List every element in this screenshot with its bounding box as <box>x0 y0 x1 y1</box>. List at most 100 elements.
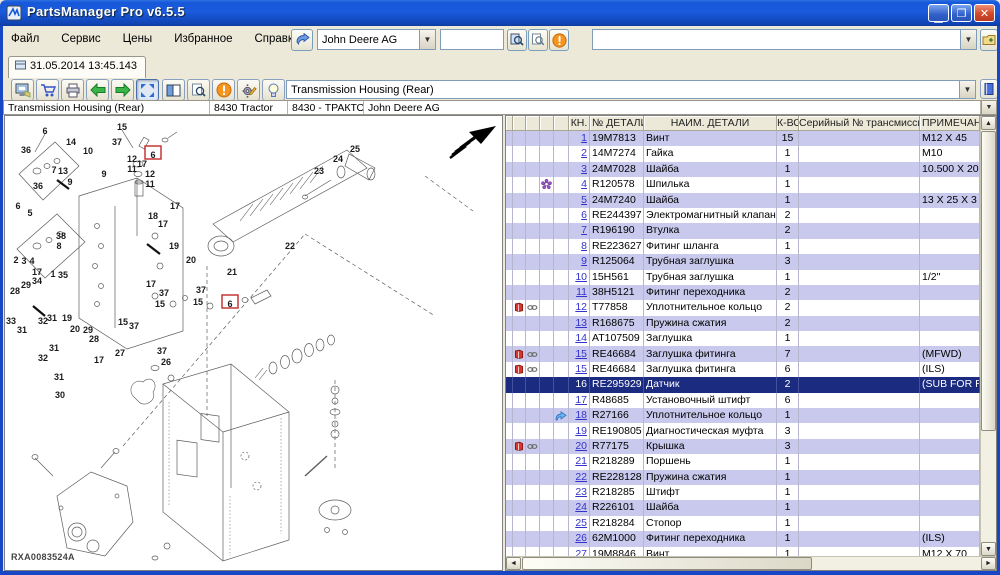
diagram-callout[interactable]: 6 <box>15 201 20 211</box>
row-kn-link[interactable]: 21 <box>575 454 587 469</box>
diagram-callout[interactable]: 6 <box>227 299 232 309</box>
table-row[interactable]: 20R77175Крышка3 <box>506 439 980 454</box>
table-row[interactable]: 214M7274Гайка1M10 <box>506 146 980 161</box>
table-row[interactable]: 119M7813Винт15M12 X 45 <box>506 131 980 146</box>
row-kn-link[interactable]: 8 <box>581 239 587 254</box>
diagram-callout[interactable]: 3 <box>21 256 26 266</box>
quick-search-input[interactable] <box>440 29 504 50</box>
table-row[interactable]: 25R218284Стопор1 <box>506 516 980 531</box>
diagram-callout[interactable]: 37 <box>157 346 167 356</box>
row-kn-link[interactable]: 11 <box>576 285 587 300</box>
diagram-callout[interactable]: 19 <box>169 241 179 251</box>
diagram-callout[interactable]: 35 <box>58 270 68 280</box>
menu-service[interactable]: Сервис <box>61 33 100 45</box>
scroll-up-button[interactable]: ▲ <box>981 116 996 130</box>
row-kn-link[interactable]: 6 <box>581 208 587 223</box>
table-row[interactable]: 21R218289Поршень1 <box>506 454 980 469</box>
menu-file[interactable]: Файл <box>11 33 39 45</box>
diagram-callout[interactable]: 36 <box>21 145 31 155</box>
table-row[interactable]: 13R168675Пружина сжатия2 <box>506 316 980 331</box>
table-row[interactable]: 16RE295929Датчик2(SUB FOR R.. <box>506 377 980 392</box>
diagram-callout[interactable]: 13 <box>58 166 68 176</box>
maximize-button[interactable]: ❐ <box>951 4 972 22</box>
diagram-callout[interactable]: 37 <box>129 321 139 331</box>
diagram-callout[interactable]: 15 <box>118 317 128 327</box>
table-row[interactable]: 19RE190805Диагностическая муфта3 <box>506 423 980 438</box>
diagram-callout[interactable]: 8 <box>56 241 61 251</box>
context-picture[interactable]: Transmission Housing (Rear) <box>4 101 210 114</box>
row-kn-link[interactable]: 15 <box>575 347 587 362</box>
diagram-callout[interactable]: 23 <box>314 166 324 176</box>
col-header-part[interactable]: № ДЕТАЛИ <box>590 116 644 131</box>
diagram-callout[interactable]: 31 <box>49 343 59 353</box>
diagram-callout[interactable]: 12 <box>145 169 155 179</box>
diagram-callout[interactable]: 4 <box>29 256 34 266</box>
col-header-serial[interactable]: Серийный № трансмиссии <box>799 116 920 131</box>
go-button[interactable] <box>291 29 313 51</box>
diagram-callout[interactable]: 9 <box>101 169 106 179</box>
table-row[interactable]: 524M7240Шайба113 X 25 X 3 .. <box>506 193 980 208</box>
cart-button[interactable] <box>36 79 59 101</box>
scroll-right-button[interactable]: ► <box>981 557 996 570</box>
diagram-callout[interactable]: 17 <box>94 355 104 365</box>
menu-favorites[interactable]: Избранное <box>174 33 232 45</box>
diagram-callout[interactable]: 18 <box>148 211 158 221</box>
back-button[interactable] <box>86 79 109 101</box>
horizontal-scrollbar[interactable]: ◄ ► <box>506 556 996 570</box>
diagram-callout[interactable]: 22 <box>285 241 295 251</box>
vscroll-thumb[interactable] <box>981 131 996 431</box>
diagram-callout[interactable]: 17 <box>146 279 156 289</box>
diagram-callout[interactable]: 19 <box>62 313 72 323</box>
table-row[interactable]: 8RE223627Фитинг шланга1 <box>506 239 980 254</box>
diagram-callout[interactable]: 5 <box>27 208 32 218</box>
diagram-callout[interactable]: 9 <box>67 177 72 187</box>
row-kn-link[interactable]: 3 <box>581 162 587 177</box>
diagram-callout[interactable]: 6 <box>150 150 155 160</box>
row-kn-link[interactable]: 25 <box>575 516 587 531</box>
tip-button[interactable] <box>262 79 285 101</box>
row-kn-link[interactable]: 24 <box>575 500 587 515</box>
table-row[interactable]: 12T77858Уплотнительное кольцо2 <box>506 300 980 315</box>
row-kn-link[interactable]: 10 <box>575 270 587 285</box>
diagram-callout[interactable]: 14 <box>66 137 76 147</box>
row-kn-link[interactable]: 2 <box>581 146 587 161</box>
table-row[interactable]: 9R125064Трубная заглушка3 <box>506 254 980 269</box>
diagram-callout[interactable]: 33 <box>6 316 16 326</box>
favorites-combo[interactable]: ▼ <box>592 29 977 50</box>
diagram-callout[interactable]: 1 <box>50 269 55 279</box>
dealer-combo[interactable]: John Deere AG ▼ <box>317 29 436 50</box>
diagram-callout[interactable]: 28 <box>10 286 20 296</box>
context-dealer[interactable]: John Deere AG <box>364 101 981 114</box>
table-row[interactable]: 14AT107509Заглушка1 <box>506 331 980 346</box>
tab-session[interactable]: 31.05.2014 13:45.143 <box>8 56 146 78</box>
settings-button[interactable] <box>237 79 260 101</box>
table-row[interactable]: 17R48685Установочный штифт6 <box>506 393 980 408</box>
diagram-callout[interactable]: 17 <box>137 159 147 169</box>
folder-button[interactable] <box>980 29 998 51</box>
table-row[interactable]: 2662M1000Фитинг переходника1(ILS) <box>506 531 980 546</box>
diagram-callout[interactable]: 11 <box>127 164 137 174</box>
diagram-callout[interactable]: 17 <box>158 219 168 229</box>
table-row[interactable]: 6RE244397Электромагнитный клапан2 <box>506 208 980 223</box>
diagram-callout[interactable]: 26 <box>161 357 171 367</box>
print-button[interactable] <box>61 79 84 101</box>
col-header-qty[interactable]: К-ВО <box>777 116 799 131</box>
diagram-callout[interactable]: 15 <box>155 299 165 309</box>
context-catalog[interactable]: 8430 - ТРАКТО... <box>288 101 364 114</box>
row-kn-link[interactable]: 20 <box>575 439 587 454</box>
forward-button[interactable] <box>111 79 134 101</box>
diagram-callout[interactable]: 17 <box>170 201 180 211</box>
diagram-callout[interactable]: 10 <box>83 146 93 156</box>
row-kn-link[interactable]: 22 <box>575 470 587 485</box>
table-row[interactable]: 7R196190Втулка2 <box>506 223 980 238</box>
diagram-callout[interactable]: 20 <box>186 255 196 265</box>
alert-button[interactable] <box>549 29 569 51</box>
context-model[interactable]: 8430 Tractor <box>210 101 288 114</box>
book-button[interactable] <box>980 79 998 99</box>
layout-button[interactable] <box>162 79 185 101</box>
context-dropdown-arrow[interactable]: ▼ <box>981 101 996 114</box>
preview-button[interactable] <box>528 29 548 51</box>
col-header-kn[interactable]: КН. <box>569 116 590 131</box>
diagram-callout[interactable]: 12 <box>127 154 137 164</box>
search-button[interactable] <box>507 29 527 51</box>
